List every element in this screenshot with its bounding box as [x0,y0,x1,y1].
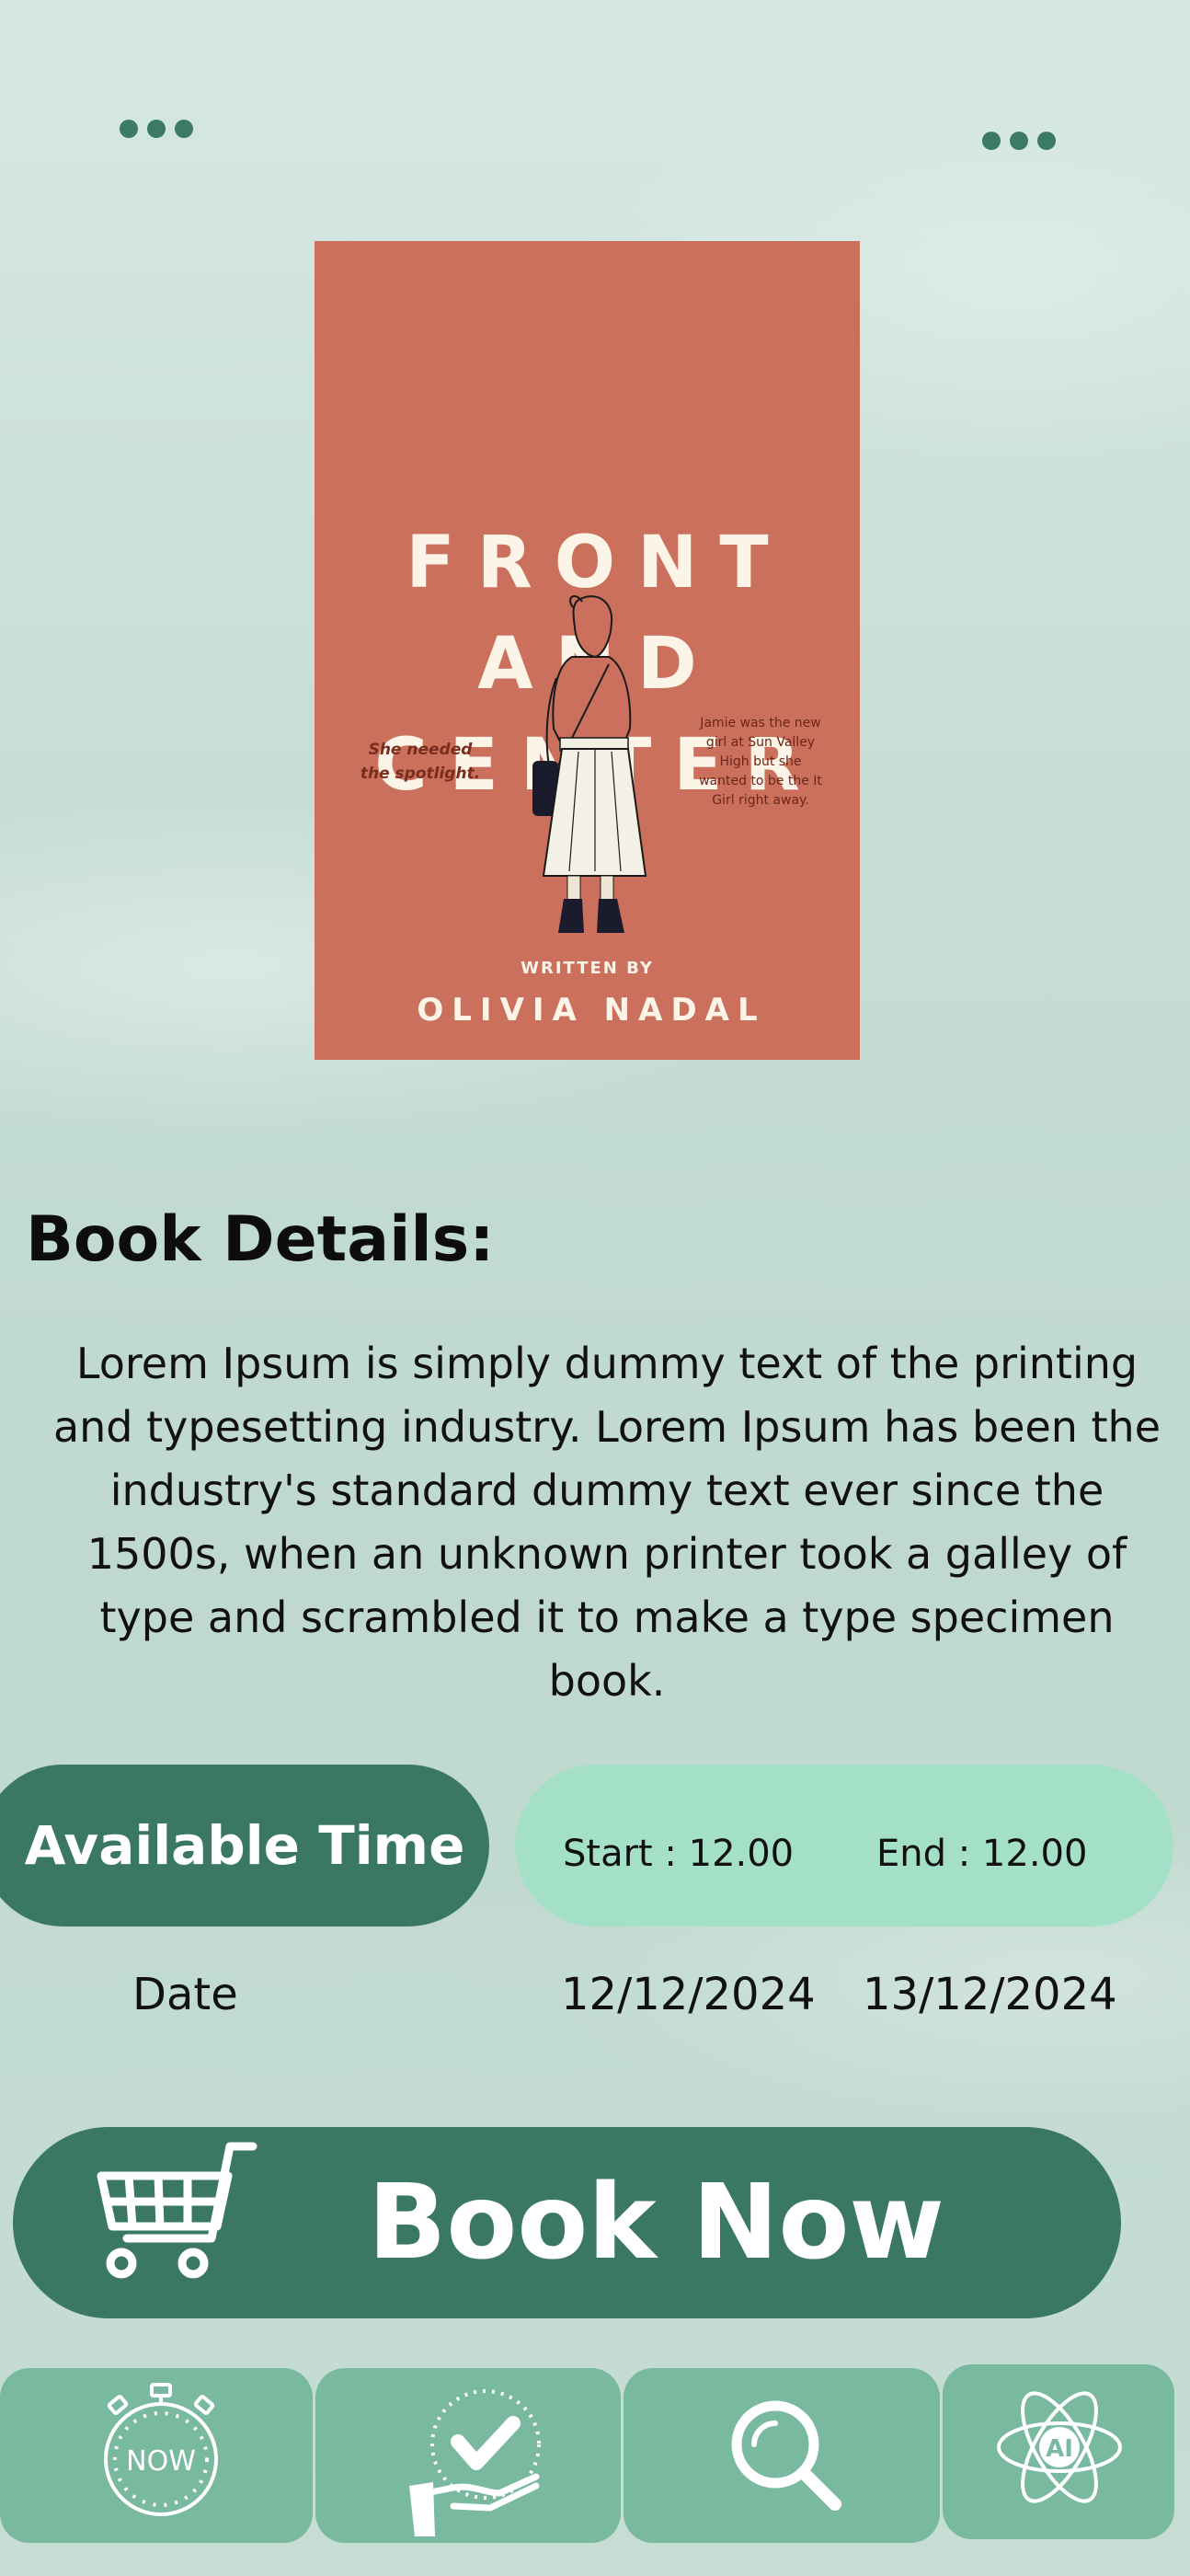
hand-checkmark-icon [409,2389,541,2536]
more-dot [175,120,193,138]
cover-author: OLIVIA NADAL [417,992,766,1029]
end-date: 13/12/2024 [863,1969,1117,2020]
cover-blurb: Jamie was the new girl at Sun Valley Hig… [678,714,843,811]
available-time-label: Available Time [0,1765,489,1926]
stopwatch-now-icon: NOW [104,2383,218,2516]
nav-tab-ai[interactable]: AI [943,2364,1174,2539]
book-now-label: Book Now [368,2163,944,2283]
start-time: Start : 12.00 [563,1833,795,1875]
cover-blurb-line: wanted to be the It [699,774,822,788]
right-more-menu-button[interactable] [982,132,1056,150]
end-time: End : 12.00 [876,1833,1088,1875]
shopping-cart-icon [97,2142,257,2279]
more-horizontal-icon [120,120,138,138]
cover-blurb-line: High but she [719,754,802,769]
nav-tab-search[interactable] [624,2368,940,2543]
girl-illustration [532,595,647,933]
start-date: 12/12/2024 [561,1969,816,2020]
book-description: Lorem Ipsum is simply dummy text of the … [52,1339,1161,1706]
more-dot [1010,132,1028,150]
cover-blurb-line: Girl right away. [712,793,809,808]
ai-atom-icon: AI [997,2391,1122,2503]
more-horizontal-icon [982,132,1001,150]
nav-tab-reserved[interactable] [315,2368,621,2543]
cover-blurb-line: girl at Sun Valley [705,735,816,750]
cover-blurb-line: Jamie was the new [700,716,821,730]
date-label: Date [132,1969,238,2020]
more-dot [147,120,166,138]
book-cover-image: FRONT AND CENTER She needed the spotligh… [315,241,860,1060]
cover-tagline-line: She needed [368,741,473,759]
cover-written-by: WRITTEN BY [521,959,654,978]
cover-tagline: She needed the spotlight. [351,738,489,786]
search-icon [731,2400,841,2511]
available-time-text: Available Time [24,1814,465,1877]
cover-tagline-line: the spotlight. [360,765,481,783]
left-more-menu-button[interactable] [120,120,193,138]
book-details-heading: Book Details: [26,1203,495,1276]
ai-icon-text: AI [1046,2435,1073,2463]
now-icon-text: NOW [126,2445,196,2478]
more-dot [1037,132,1056,150]
nav-tab-now[interactable]: NOW [0,2368,313,2543]
